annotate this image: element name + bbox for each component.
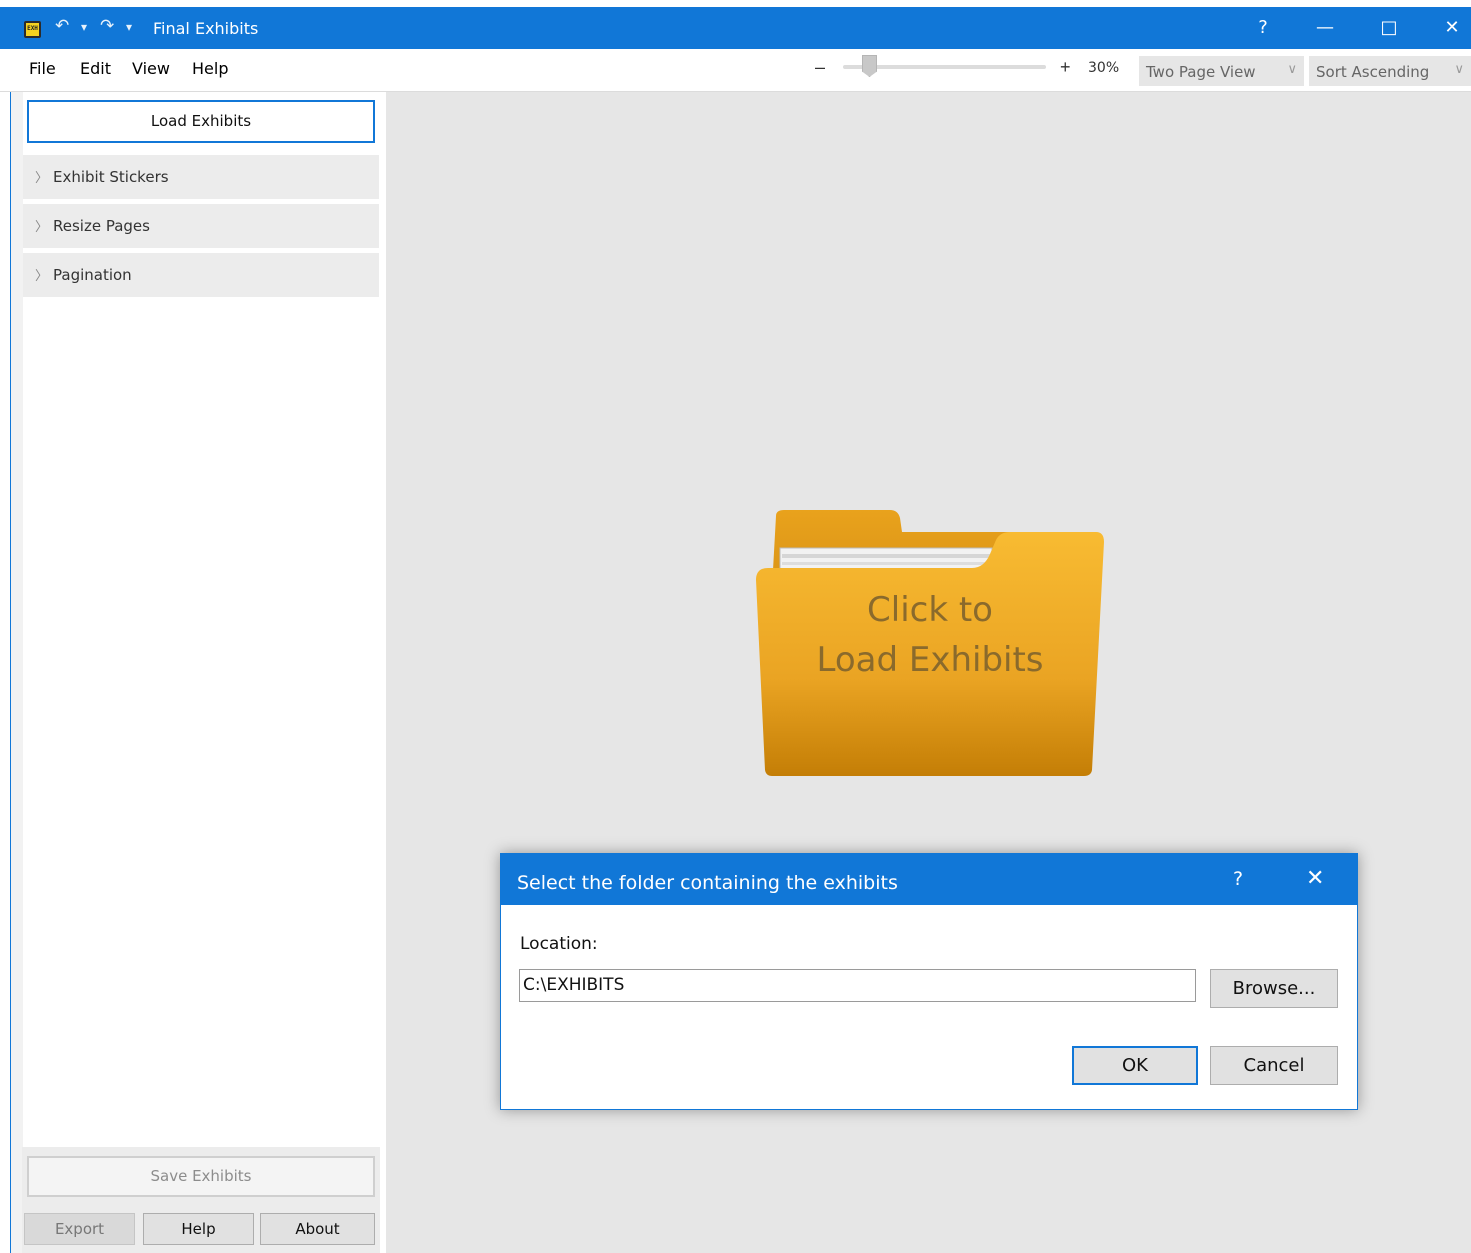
placeholder-line-1: Click to [867, 590, 993, 630]
title-bar: EXH ↶ ▾ ↷ ▾ Final Exhibits ? — □ ✕ [0, 7, 1471, 49]
menu-bar: File Edit View Help – + 30% Two Page Vie… [0, 49, 1471, 92]
sort-mode-value: Sort Ascending [1316, 63, 1430, 81]
help-button[interactable]: Help [143, 1213, 254, 1245]
window-title: Final Exhibits [153, 19, 259, 38]
ok-button[interactable]: OK [1072, 1046, 1198, 1085]
undo-icon[interactable]: ↶ [55, 16, 69, 36]
dialog-title: Select the folder containing the exhibit… [517, 872, 898, 894]
section-exhibit-stickers[interactable]: 〉 Exhibit Stickers [23, 155, 379, 199]
close-button[interactable]: ✕ [1429, 12, 1471, 44]
dialog-close-icon[interactable]: ✕ [1306, 866, 1324, 891]
maximize-button[interactable]: □ [1366, 12, 1412, 44]
menu-edit[interactable]: Edit [80, 59, 111, 78]
redo-icon[interactable]: ↷ [100, 16, 114, 36]
dialog-help-icon[interactable]: ? [1233, 868, 1243, 890]
zoom-slider-thumb[interactable] [862, 55, 877, 77]
help-icon[interactable]: ? [1240, 12, 1286, 44]
view-mode-value: Two Page View [1146, 63, 1256, 81]
chevron-right-icon: 〉 [35, 171, 49, 186]
view-mode-select[interactable]: Two Page View ∨ [1139, 56, 1304, 86]
location-label: Location: [520, 934, 598, 954]
chevron-right-icon: 〉 [35, 220, 49, 235]
section-pagination[interactable]: 〉 Pagination [23, 253, 379, 297]
section-resize-pages[interactable]: 〉 Resize Pages [23, 204, 379, 248]
menu-view[interactable]: View [132, 59, 170, 78]
undo-dropdown-icon[interactable]: ▾ [81, 20, 87, 34]
section-label: Pagination [53, 266, 132, 284]
export-button[interactable]: Export [24, 1213, 135, 1245]
section-label: Resize Pages [53, 217, 150, 235]
select-folder-dialog: Select the folder containing the exhibit… [500, 853, 1358, 1110]
chevron-down-icon: ∨ [1287, 62, 1297, 77]
chevron-down-icon: ∨ [1454, 62, 1464, 77]
quick-access-dropdown-icon[interactable]: ▾ [126, 20, 132, 34]
menu-help[interactable]: Help [192, 59, 228, 78]
load-exhibits-button[interactable]: Load Exhibits [27, 100, 375, 143]
zoom-in-button[interactable]: + [1060, 57, 1071, 78]
cancel-button[interactable]: Cancel [1210, 1046, 1338, 1085]
save-exhibits-button[interactable]: Save Exhibits [27, 1156, 375, 1197]
zoom-out-button[interactable]: – [815, 57, 825, 78]
dialog-title-bar: Select the folder containing the exhibit… [501, 854, 1357, 905]
section-label: Exhibit Stickers [53, 168, 169, 186]
zoom-level-label: 30% [1088, 60, 1120, 76]
sort-mode-select[interactable]: Sort Ascending ∨ [1309, 56, 1471, 86]
load-exhibits-placeholder[interactable]: Click to Load Exhibits [754, 585, 1106, 685]
browse-button[interactable]: Browse... [1210, 969, 1338, 1008]
minimize-button[interactable]: — [1302, 12, 1348, 44]
location-input[interactable]: C:\EXHIBITS [519, 969, 1196, 1002]
about-button[interactable]: About [260, 1213, 375, 1245]
menu-file[interactable]: File [29, 59, 56, 78]
placeholder-line-2: Load Exhibits [816, 640, 1044, 680]
app-icon: EXH [24, 21, 41, 38]
chevron-right-icon: 〉 [35, 269, 49, 284]
